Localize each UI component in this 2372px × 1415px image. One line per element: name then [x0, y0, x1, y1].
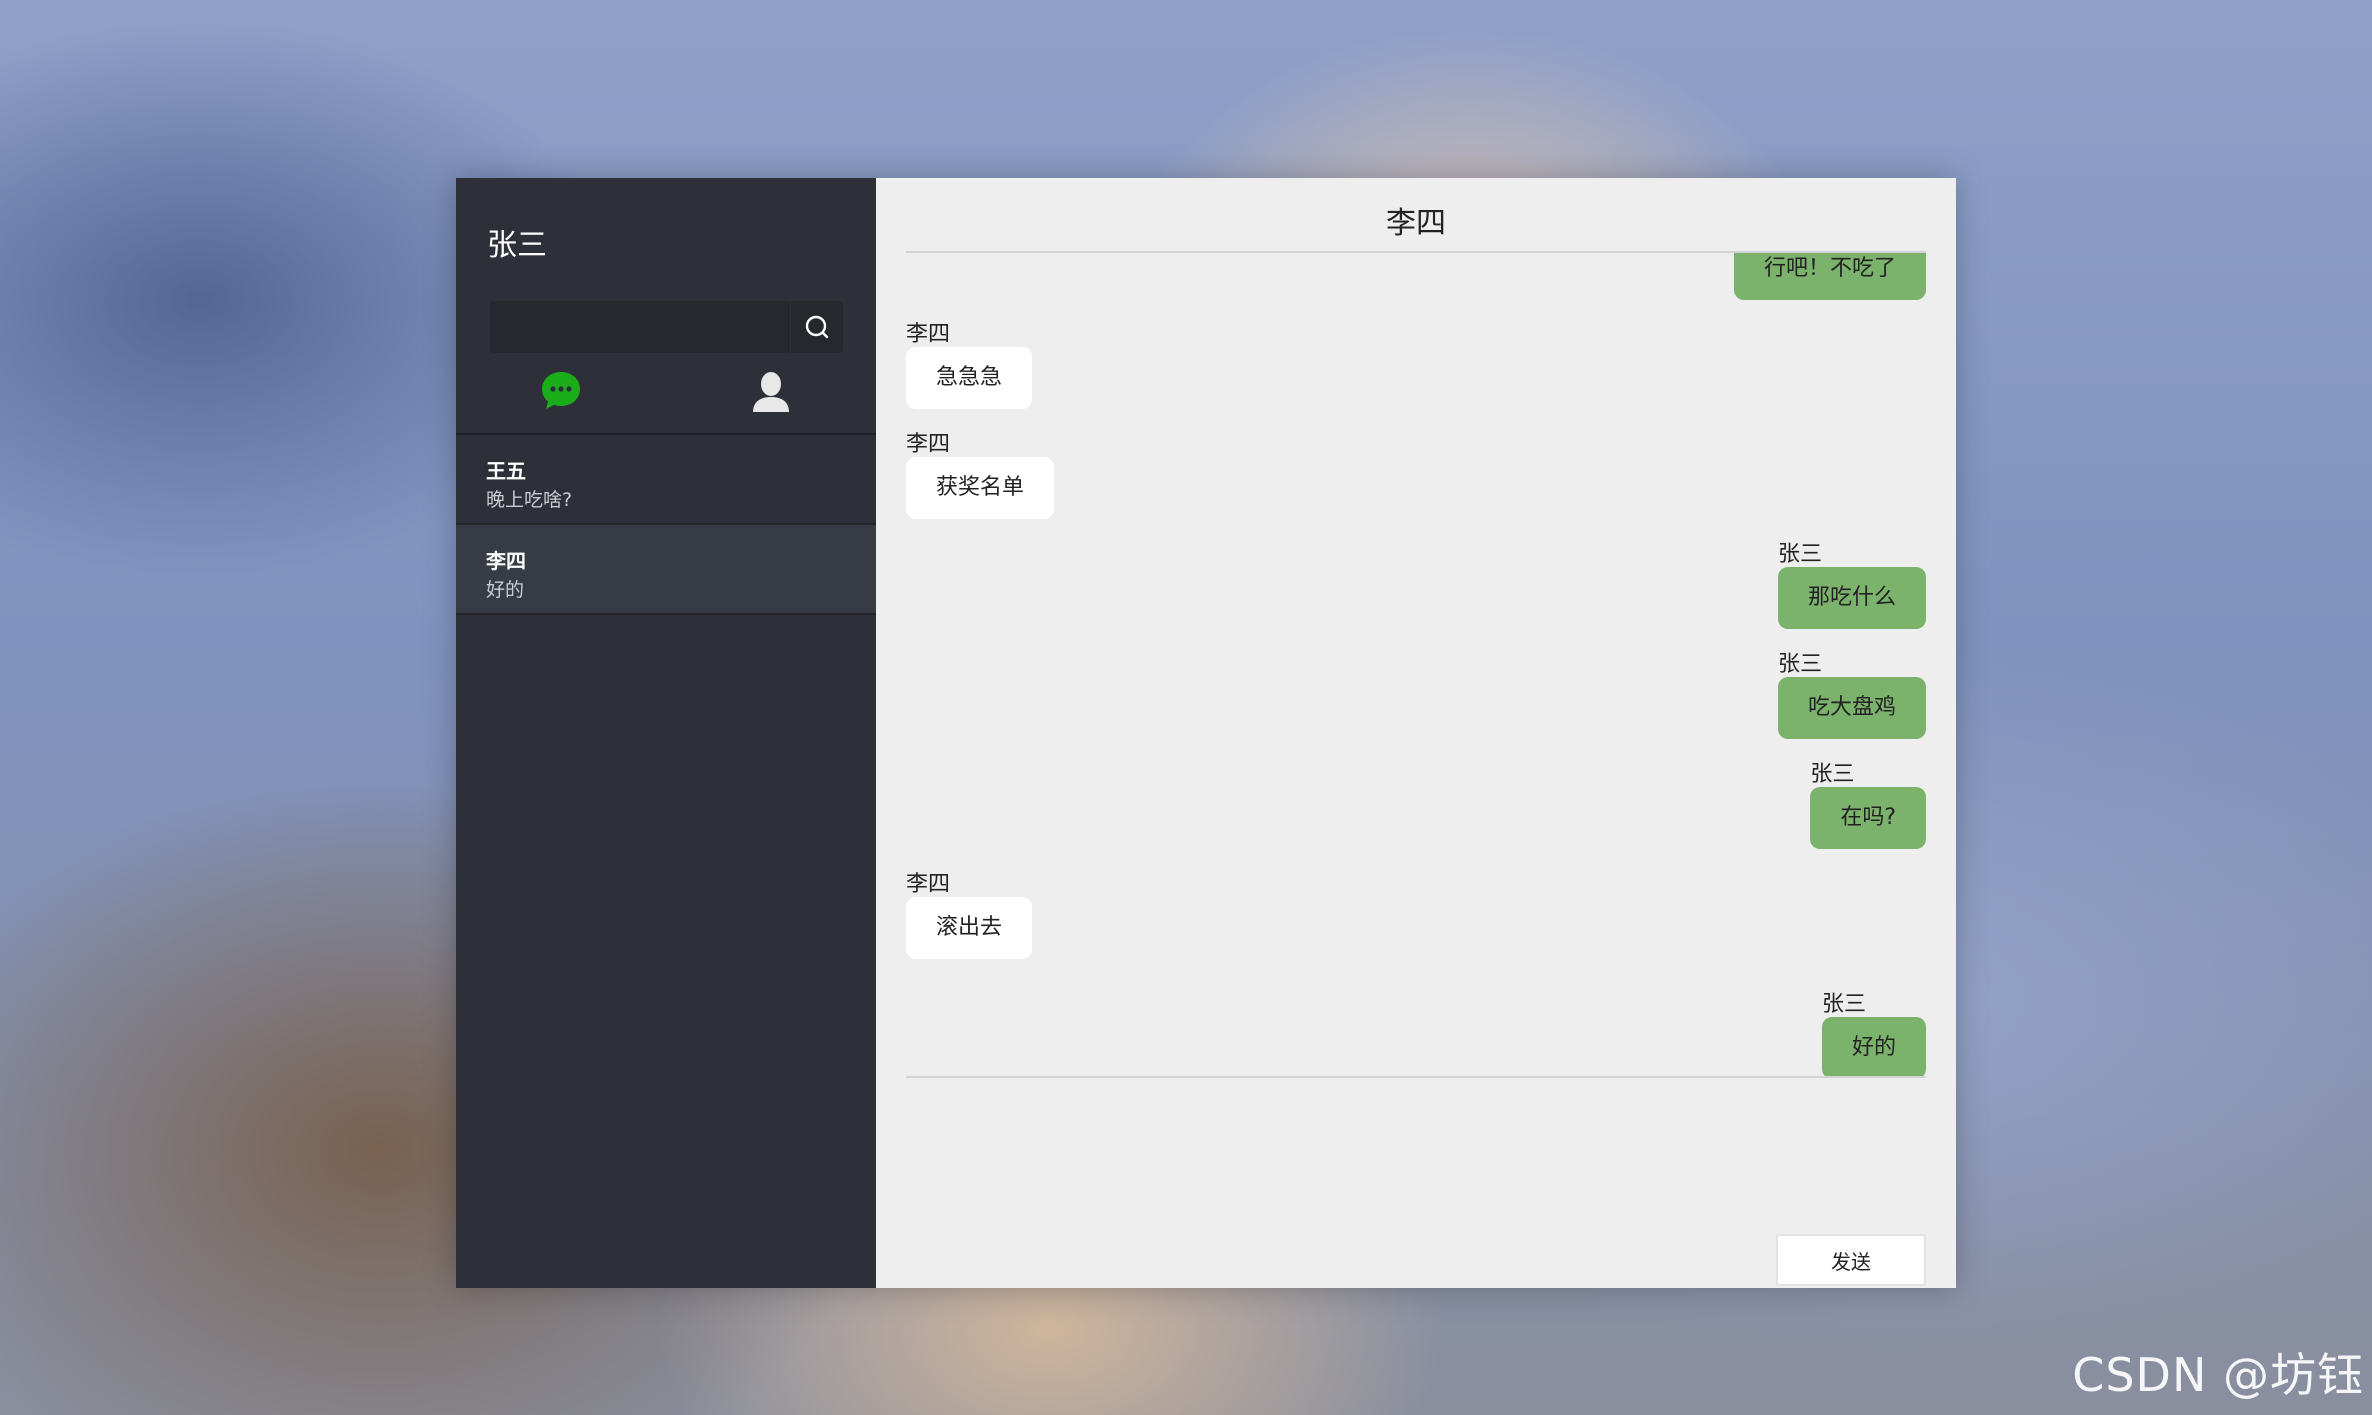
message-outgoing: 张三 好的 [1821, 992, 1926, 1078]
message-sender: 张三 [1777, 652, 1822, 677]
message-incoming: 李四 滚出去 [906, 872, 1033, 959]
message-outgoing: 张三 吃大盘鸡 [1777, 652, 1926, 739]
conversation-preview: 晚上吃啥? [486, 489, 573, 511]
search-input[interactable] [490, 301, 790, 353]
message-bubble: 吃大盘鸡 [1777, 677, 1926, 739]
message-sender: 李四 [906, 322, 951, 347]
message-sender: 李四 [906, 872, 951, 897]
message-sender: 张三 [1777, 542, 1822, 567]
nav-tabs [456, 370, 876, 422]
message-sender: 张三 [1810, 762, 1855, 787]
chat-title: 李四 [1386, 206, 1446, 241]
message-sender: 李四 [906, 432, 951, 457]
message-bubble: 好的 [1821, 1017, 1926, 1078]
message-sender: 张三 [1821, 992, 1866, 1017]
message-list[interactable]: 行吧！不吃了 李四 急急急 李四 获奖名单 张三 那吃什么 张三 吃大盘鸡 张三… [906, 253, 1926, 1078]
conversation-item-active[interactable]: 李四 好的 [456, 525, 876, 615]
message-bubble: 获奖名单 [906, 457, 1055, 519]
message-incoming: 李四 急急急 [906, 322, 1033, 409]
message-outgoing: 张三 在吗? [1810, 763, 1926, 849]
message-bubble: 急急急 [906, 347, 1033, 409]
chat-window: 张三 王五 晚上吃啥? 李四 好的 李四 行吧！不吃了 李四 急急急 李四 获奖… [456, 178, 1956, 1288]
chat-bubble-icon [542, 372, 580, 409]
person-icon [753, 372, 789, 412]
message-outgoing: 行吧！不吃了 [1733, 253, 1926, 300]
conversation-name: 王五 [486, 459, 526, 483]
search-icon [805, 315, 829, 339]
conversation-preview: 好的 [486, 579, 525, 601]
search-button[interactable] [790, 301, 843, 353]
composer-divider [906, 1076, 1926, 1078]
chat-panel: 李四 行吧！不吃了 李四 急急急 李四 获奖名单 张三 那吃什么 张三 吃大盘鸡 [876, 178, 1956, 1288]
message-incoming: 李四 获奖名单 [906, 432, 1055, 519]
conversation-list: 王五 晚上吃啥? 李四 好的 [456, 435, 876, 615]
message-bubble: 滚出去 [906, 897, 1033, 959]
message-bubble: 那吃什么 [1777, 567, 1926, 629]
tab-chats[interactable] [540, 370, 582, 412]
message-bubble: 行吧！不吃了 [1733, 253, 1926, 300]
message-bubble: 在吗? [1810, 787, 1926, 849]
conversation-item[interactable]: 王五 晚上吃啥? [456, 435, 876, 525]
conversation-name: 李四 [486, 549, 526, 573]
sidebar: 张三 王五 晚上吃啥? 李四 好的 [456, 178, 876, 1288]
current-user-name: 张三 [487, 228, 547, 263]
watermark: CSDN @坊钰 [2072, 1348, 2364, 1402]
tab-contacts[interactable] [750, 370, 792, 414]
message-outgoing: 张三 那吃什么 [1777, 542, 1926, 629]
send-button[interactable]: 发送 [1776, 1234, 1926, 1286]
search-bar [490, 301, 843, 353]
